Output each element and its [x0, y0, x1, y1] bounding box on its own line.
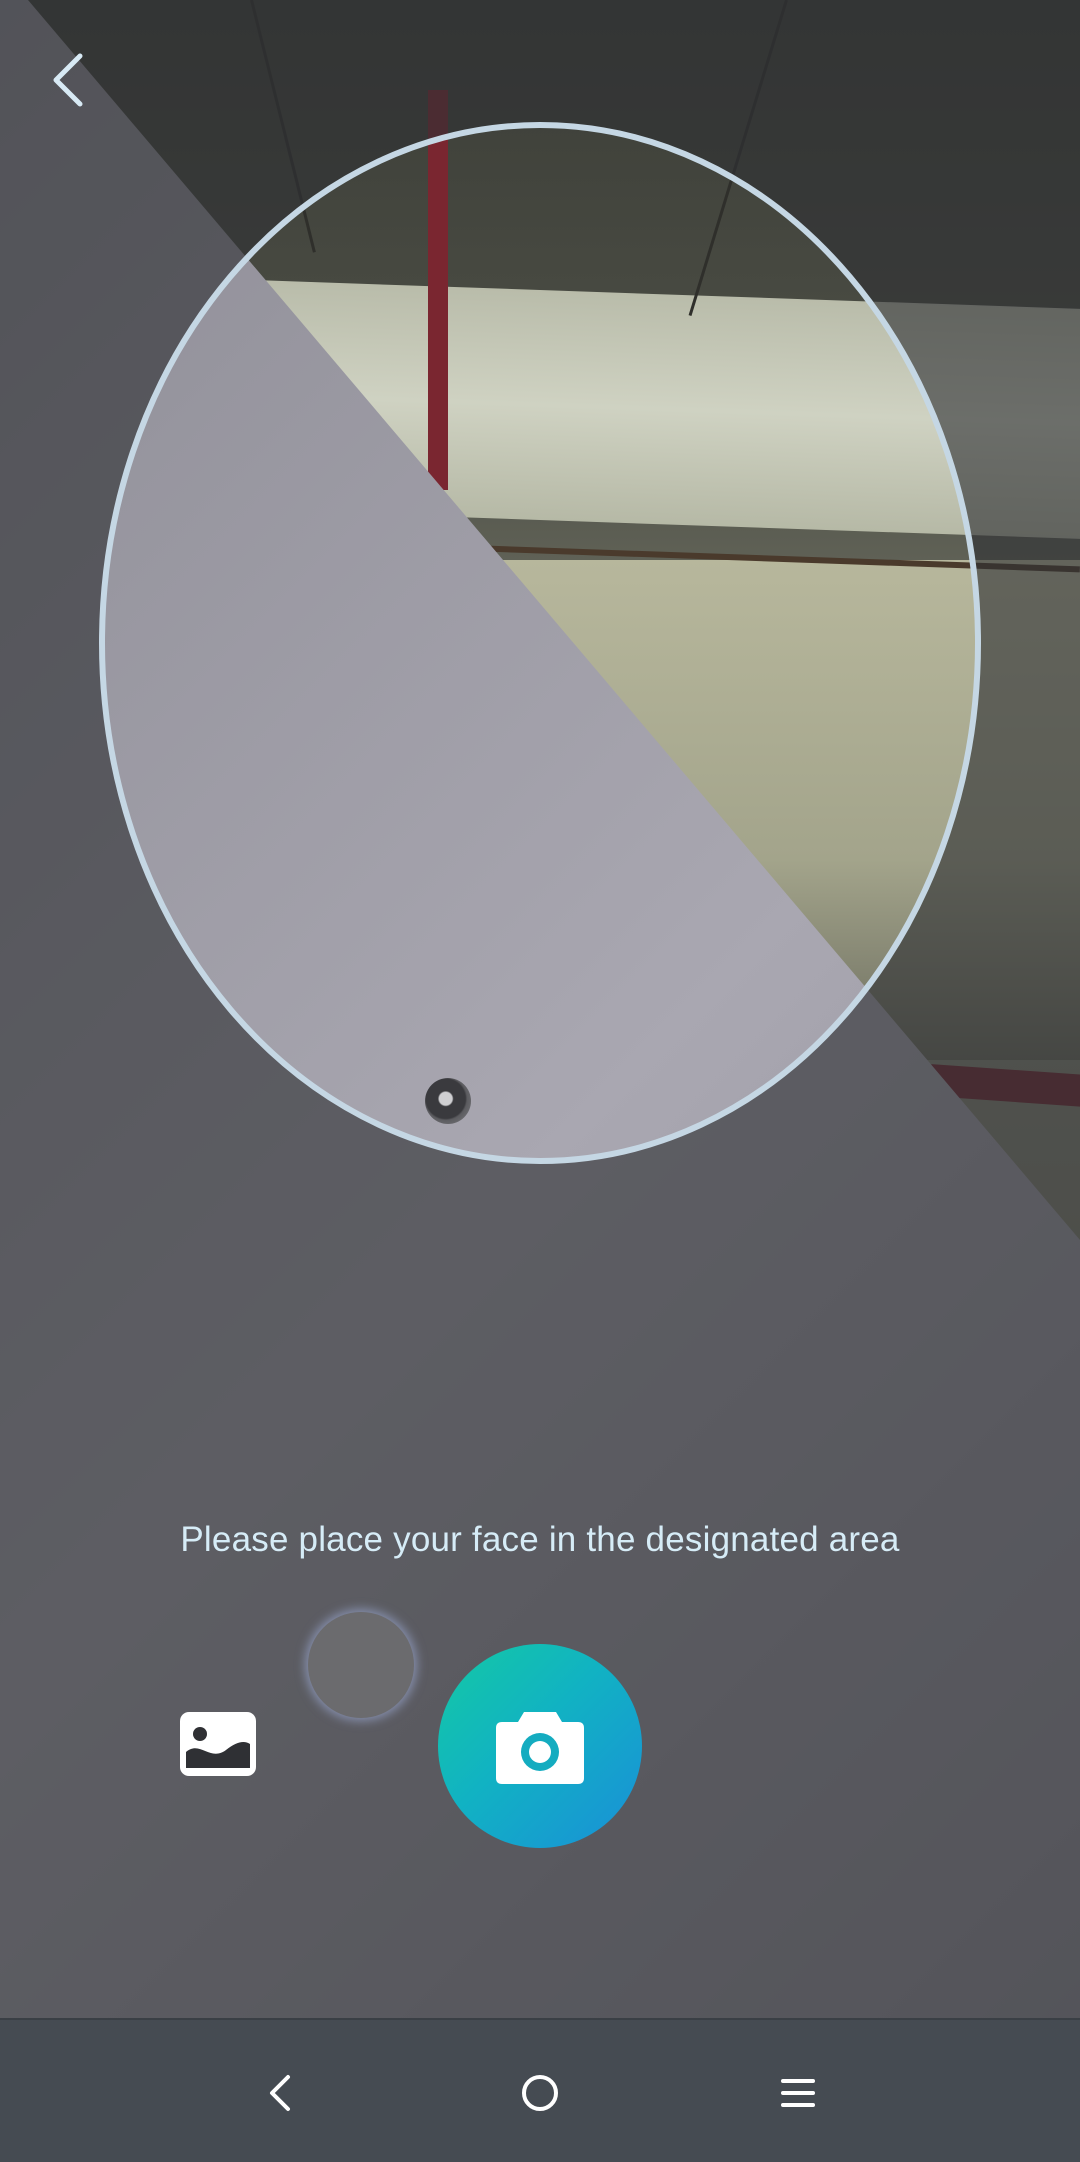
camera-icon [496, 1712, 584, 1784]
focus-indicator [308, 1612, 414, 1718]
menu-icon [781, 2079, 815, 2107]
nav-back-button[interactable] [245, 2058, 315, 2128]
image-icon [180, 1712, 256, 1776]
chevron-left-icon [53, 53, 83, 107]
home-icon [522, 2075, 558, 2111]
face-placement-prompt: Please place your face in the designated… [180, 1520, 900, 1559]
capture-button[interactable] [438, 1644, 642, 1848]
system-navigation-bar [0, 2018, 1080, 2162]
nav-home-button[interactable] [505, 2058, 575, 2128]
nav-menu-button[interactable] [763, 2058, 833, 2128]
gallery-button[interactable] [178, 1710, 258, 1778]
back-icon [270, 2075, 290, 2111]
back-button[interactable] [32, 44, 104, 116]
